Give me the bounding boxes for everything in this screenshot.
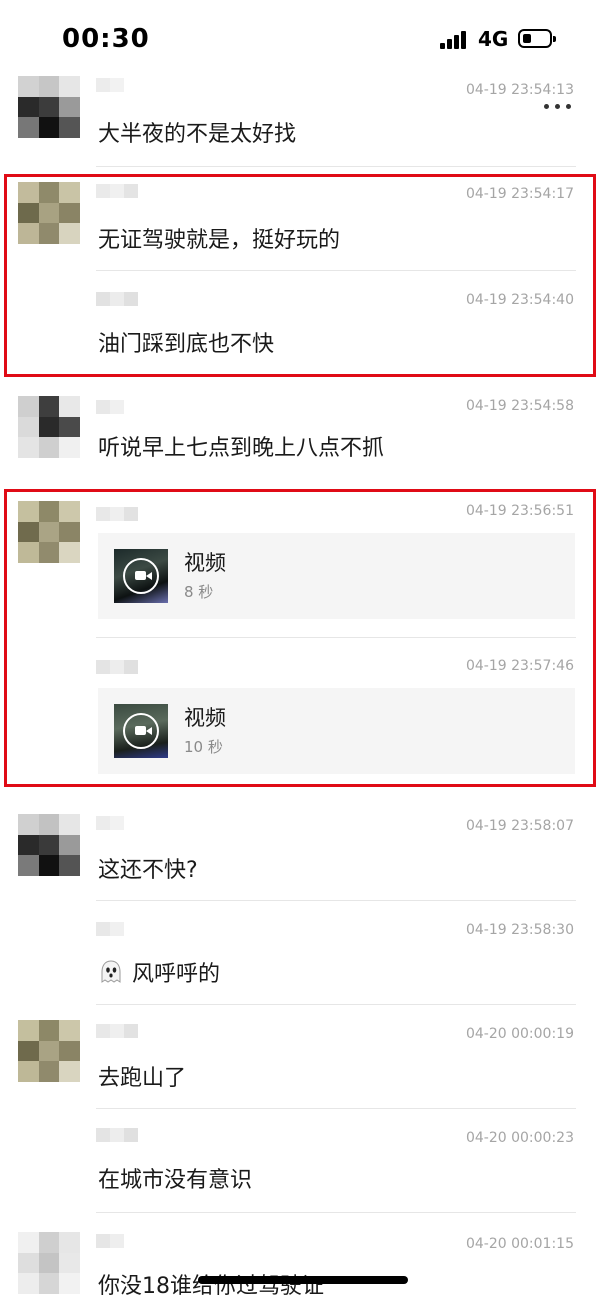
- status-bar: 00:30 4G: [0, 0, 600, 80]
- divider: [96, 166, 576, 167]
- avatar[interactable]: [18, 76, 80, 138]
- sender-name-blurred: [96, 1234, 124, 1248]
- list-item: 04-19 23:58:07 这还不快?: [0, 806, 600, 902]
- divider: [96, 1004, 576, 1005]
- message-text: 去跑山了: [98, 1066, 187, 1091]
- highlight-box: [4, 174, 596, 377]
- list-item: 04-19 23:58:30 风呼呼的: [0, 910, 600, 1006]
- avatar[interactable]: [18, 814, 80, 876]
- divider: [96, 1212, 576, 1213]
- list-item: 04-19 23:54:58 听说早上七点到晚上八点不抓: [0, 388, 600, 486]
- network-type: 4G: [478, 27, 509, 51]
- message-text: 这还不快?: [98, 858, 198, 883]
- avatar[interactable]: [18, 1020, 80, 1082]
- status-time: 00:30: [62, 24, 150, 54]
- message-text: 你没18谁给你过驾驶证: [98, 1274, 324, 1299]
- message-text: 在城市没有意识: [98, 1168, 253, 1193]
- message-timestamp: 04-20 00:00:23: [465, 1130, 574, 1146]
- list-item: 04-20 00:00:19 去跑山了: [0, 1014, 600, 1110]
- message-text: 大半夜的不是太好找: [98, 122, 297, 147]
- divider: [96, 900, 576, 901]
- divider: [96, 1108, 576, 1109]
- message-timestamp: 04-19 23:54:58: [465, 398, 574, 414]
- highlight-box: [4, 489, 596, 787]
- home-indicator[interactable]: [198, 1276, 408, 1284]
- list-item: 04-20 00:01:15 你没18谁给你过驾驶证: [0, 1222, 600, 1299]
- list-item: 04-20 00:00:23 在城市没有意识: [0, 1118, 600, 1214]
- message-timestamp: 04-19 23:54:13: [465, 82, 574, 98]
- list-item: 04-19 23:54:13 大半夜的不是太好找: [0, 72, 600, 168]
- signal-icon: [440, 31, 470, 49]
- message-timestamp: 04-20 00:01:15: [465, 1236, 574, 1252]
- sender-name-blurred: [96, 1128, 138, 1142]
- battery-icon: [518, 29, 556, 48]
- message-timestamp: 04-20 00:00:19: [465, 1026, 574, 1042]
- sender-name-blurred: [96, 400, 124, 414]
- ghost-emoji-icon: [101, 960, 121, 983]
- message-text: 风呼呼的: [98, 956, 220, 988]
- sender-name-blurred: [96, 922, 124, 936]
- sender-name-blurred: [96, 1024, 138, 1038]
- avatar[interactable]: [18, 396, 80, 458]
- sender-name-blurred: [96, 78, 124, 92]
- message-timestamp: 04-19 23:58:30: [465, 922, 574, 938]
- message-timestamp: 04-19 23:58:07: [465, 818, 574, 834]
- sender-name-blurred: [96, 816, 124, 830]
- avatar[interactable]: [18, 1232, 80, 1294]
- message-text: 听说早上七点到晚上八点不抓: [98, 436, 385, 461]
- message-text-content: 风呼呼的: [132, 962, 221, 987]
